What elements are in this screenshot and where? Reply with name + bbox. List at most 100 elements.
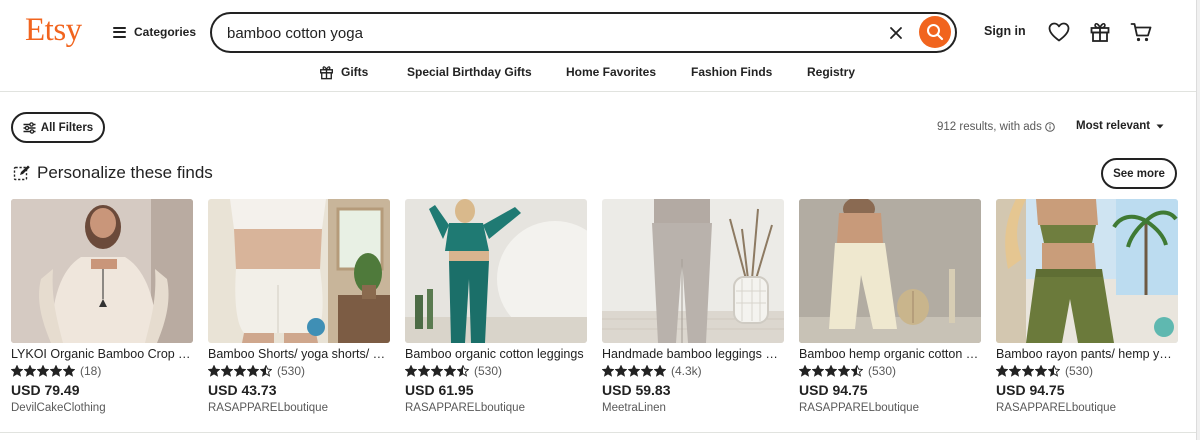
nav-item-gifts[interactable]: Gifts bbox=[319, 62, 368, 82]
info-icon[interactable] bbox=[1045, 122, 1055, 132]
star-full-icon bbox=[812, 365, 824, 377]
star-full-icon bbox=[799, 365, 811, 377]
shop-name: RASAPPARELboutique bbox=[208, 402, 328, 414]
star-half-icon bbox=[1048, 365, 1060, 377]
etsy-logo[interactable]: Etsy bbox=[25, 12, 82, 49]
rating-stars: (4.3k) bbox=[602, 364, 784, 378]
nav-item-registry[interactable]: Registry bbox=[807, 62, 855, 82]
nav-item-home-favorites[interactable]: Home Favorites bbox=[566, 62, 656, 82]
product-card[interactable]: LYKOI Organic Bamboo Crop Top (18) USD 7… bbox=[11, 199, 193, 414]
rating-stars: (530) bbox=[799, 364, 981, 378]
star-full-icon bbox=[221, 365, 233, 377]
caret-down-icon bbox=[1156, 124, 1164, 128]
product-title[interactable]: Bamboo Shorts/ yoga shorts/ bamboo bbox=[208, 347, 390, 361]
favorites-button[interactable] bbox=[1047, 20, 1071, 44]
sort-dropdown[interactable]: Most relevant bbox=[1076, 120, 1164, 132]
product-image[interactable] bbox=[208, 199, 390, 343]
product-price: USD 94.75 bbox=[996, 382, 1065, 398]
review-count: (530) bbox=[474, 364, 503, 378]
star-half-icon bbox=[457, 365, 469, 377]
star-half-icon bbox=[260, 365, 272, 377]
scrollbar[interactable] bbox=[1196, 0, 1200, 440]
product-card[interactable]: Bamboo hemp organic cotton pants (530) U… bbox=[799, 199, 981, 414]
nav-item-label: Gifts bbox=[341, 65, 369, 79]
star-full-icon bbox=[615, 365, 627, 377]
cart-button[interactable] bbox=[1129, 20, 1153, 44]
rating-stars: (530) bbox=[405, 364, 587, 378]
all-filters-button[interactable]: All Filters bbox=[11, 112, 105, 143]
sign-in-link[interactable]: Sign in bbox=[984, 24, 1026, 38]
product-card[interactable]: Bamboo Shorts/ yoga shorts/ bamboo (530)… bbox=[208, 199, 390, 414]
product-title[interactable]: Handmade bamboo leggings yoga bbox=[602, 347, 784, 361]
rating-stars: (18) bbox=[11, 364, 193, 378]
star-full-icon bbox=[405, 365, 417, 377]
star-full-icon bbox=[444, 365, 456, 377]
nav-item-label: Home Favorites bbox=[566, 65, 657, 79]
sort-label: Most relevant bbox=[1076, 120, 1151, 132]
see-more-button[interactable]: See more bbox=[1101, 158, 1177, 189]
star-full-icon bbox=[1009, 365, 1021, 377]
star-full-icon bbox=[24, 365, 36, 377]
star-full-icon bbox=[825, 365, 837, 377]
product-card[interactable]: Handmade bamboo leggings yoga (4.3k) USD… bbox=[602, 199, 784, 414]
product-image[interactable] bbox=[405, 199, 587, 343]
product-price: USD 43.73 bbox=[208, 382, 277, 398]
star-full-icon bbox=[418, 365, 430, 377]
shop-name: DevilCakeClothing bbox=[11, 402, 106, 414]
product-image[interactable] bbox=[799, 199, 981, 343]
product-title[interactable]: Bamboo organic cotton leggings bbox=[405, 347, 587, 361]
gift-icon bbox=[320, 65, 333, 79]
star-full-icon bbox=[838, 365, 850, 377]
search-bar bbox=[210, 12, 957, 53]
shop-name: MeetraLinen bbox=[602, 402, 666, 414]
star-full-icon bbox=[63, 365, 75, 377]
product-card[interactable]: Bamboo rayon pants/ hemp yoga pants (530… bbox=[996, 199, 1178, 414]
star-full-icon bbox=[654, 365, 666, 377]
product-title[interactable]: LYKOI Organic Bamboo Crop Top bbox=[11, 347, 193, 361]
review-count: (530) bbox=[277, 364, 306, 378]
review-count: (18) bbox=[80, 364, 102, 378]
nav-item-fashion-finds[interactable]: Fashion Finds bbox=[691, 62, 772, 82]
star-full-icon bbox=[1035, 365, 1047, 377]
results-count: 912 results, with ads bbox=[937, 121, 1055, 133]
product-image[interactable] bbox=[996, 199, 1178, 343]
star-full-icon bbox=[208, 365, 220, 377]
star-full-icon bbox=[628, 365, 640, 377]
star-full-icon bbox=[37, 365, 49, 377]
results-count-text: 912 results, with ads bbox=[937, 121, 1042, 133]
review-count: (4.3k) bbox=[671, 364, 702, 378]
star-full-icon bbox=[50, 365, 62, 377]
gift-icon bbox=[1090, 22, 1110, 42]
nav-item-special-birthday-gifts[interactable]: Special Birthday Gifts bbox=[407, 62, 532, 82]
star-full-icon bbox=[11, 365, 23, 377]
star-full-icon bbox=[996, 365, 1008, 377]
rating-stars: (530) bbox=[208, 364, 390, 378]
product-image[interactable] bbox=[602, 199, 784, 343]
personalize-pen-icon bbox=[13, 165, 30, 181]
gift-mode-button[interactable] bbox=[1088, 20, 1112, 44]
close-icon bbox=[890, 27, 902, 39]
product-title[interactable]: Bamboo rayon pants/ hemp yoga pants bbox=[996, 347, 1178, 361]
product-title[interactable]: Bamboo hemp organic cotton pants bbox=[799, 347, 981, 361]
search-input[interactable] bbox=[227, 22, 867, 44]
star-half-icon bbox=[851, 365, 863, 377]
star-full-icon bbox=[602, 365, 614, 377]
hamburger-icon bbox=[113, 26, 126, 38]
review-count: (530) bbox=[868, 364, 897, 378]
star-full-icon bbox=[234, 365, 246, 377]
search-button[interactable] bbox=[919, 16, 951, 48]
star-full-icon bbox=[431, 365, 443, 377]
shop-name: RASAPPARELboutique bbox=[996, 402, 1116, 414]
categories-menu-button[interactable]: Categories bbox=[113, 22, 196, 42]
clear-search-button[interactable] bbox=[886, 23, 906, 43]
star-full-icon bbox=[1022, 365, 1034, 377]
nav-item-label: Special Birthday Gifts bbox=[407, 65, 532, 79]
categories-label: Categories bbox=[134, 25, 197, 39]
product-price: USD 59.83 bbox=[602, 382, 671, 398]
nav-item-label: Registry bbox=[807, 65, 856, 79]
shop-name: RASAPPARELboutique bbox=[799, 402, 919, 414]
product-image[interactable] bbox=[11, 199, 193, 343]
product-card[interactable]: Bamboo organic cotton leggings (530) USD… bbox=[405, 199, 587, 414]
top-nav: Gifts Special Birthday Gifts Home Favori… bbox=[0, 62, 1196, 82]
heart-icon bbox=[1048, 22, 1070, 42]
